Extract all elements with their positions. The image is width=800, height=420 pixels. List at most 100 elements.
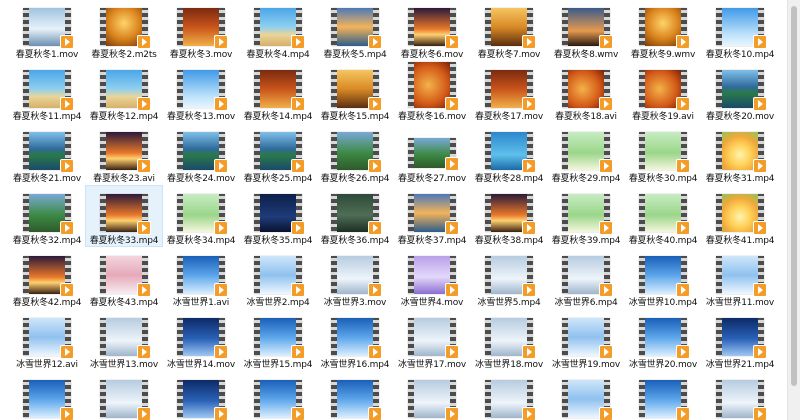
file-item[interactable]: 冰雪世界25.mp4 (240, 372, 316, 420)
file-item[interactable]: 春夏秋冬24.mov (163, 124, 239, 184)
video-thumbnail (716, 380, 767, 420)
file-item[interactable]: 春夏秋冬15.mp4 (317, 62, 393, 122)
file-item[interactable]: 春夏秋冬36.mp4 (317, 186, 393, 246)
file-name: 春夏秋冬34.mp4 (166, 236, 236, 246)
file-item[interactable]: 春夏秋冬42.mp4 (9, 248, 85, 308)
video-thumbnail (100, 194, 151, 235)
file-item[interactable]: 春夏秋冬18.avi (548, 62, 624, 122)
file-name: 冰雪世界18.mov (475, 360, 543, 370)
file-item[interactable]: 春夏秋冬13.mov (163, 62, 239, 122)
file-item[interactable]: 春夏秋冬29.mp4 (548, 124, 624, 184)
file-item[interactable]: 春夏秋冬3.mov (163, 0, 239, 60)
file-item[interactable]: 春夏秋冬34.mp4 (163, 186, 239, 246)
file-item[interactable]: 春夏秋冬7.mov (471, 0, 547, 60)
file-item[interactable]: 春夏秋冬6.mov (394, 0, 470, 60)
file-item[interactable]: 春夏秋冬16.mov (394, 62, 470, 122)
file-item[interactable]: 春夏秋冬5.mp4 (317, 0, 393, 60)
file-item[interactable]: 冰雪世界17.mov (394, 310, 470, 370)
file-item[interactable]: 春夏秋冬23.avi (86, 124, 162, 184)
file-item[interactable]: 冰雪世界10.mp4 (625, 248, 701, 308)
file-name: 冰雪世界2.mp4 (246, 298, 310, 308)
file-name: 春夏秋冬1.mov (15, 50, 79, 60)
file-name: 春夏秋冬12.mp4 (89, 112, 159, 122)
file-name: 冰雪世界20.mov (629, 360, 697, 370)
file-item[interactable]: 春夏秋冬25.mp4 (240, 124, 316, 184)
file-item[interactable]: 春夏秋冬40.mp4 (625, 186, 701, 246)
file-item[interactable]: 冰雪世界18.mov (471, 310, 547, 370)
file-item[interactable]: 春夏秋冬26.mp4 (317, 124, 393, 184)
video-thumbnail (254, 256, 305, 297)
file-item[interactable]: 春夏秋冬27.mov (394, 124, 470, 184)
file-item[interactable]: 冰雪世界30.mov (625, 372, 701, 420)
file-item[interactable]: 冰雪世界16.mp4 (317, 310, 393, 370)
file-item[interactable]: 春夏秋冬38.mp4 (471, 186, 547, 246)
file-item[interactable]: 冰雪世界 (702, 372, 778, 420)
file-name: 春夏秋冬27.mov (398, 174, 466, 184)
video-thumbnail (100, 132, 151, 173)
video-thumbnail (485, 194, 536, 235)
video-thumbnail (254, 194, 305, 235)
video-thumbnail (408, 8, 459, 49)
scrollbar-thumb[interactable] (791, 6, 797, 386)
file-item[interactable]: 冰雪世界29.mp4 (548, 372, 624, 420)
file-item[interactable]: 春夏秋冬37.mp4 (394, 186, 470, 246)
file-item[interactable]: 冰雪世界5.mp4 (471, 248, 547, 308)
file-item[interactable]: 冰雪世界14.mov (163, 310, 239, 370)
video-thumbnail (331, 70, 382, 111)
file-name: 春夏秋冬10.mp4 (705, 50, 775, 60)
video-thumbnail (562, 194, 613, 235)
file-item[interactable]: 冰雪世界21.mp4 (702, 310, 778, 370)
video-thumbnail (23, 380, 74, 420)
file-item[interactable]: 春夏秋冬8.wmv (548, 0, 624, 60)
file-item[interactable]: 冰雪世界4.mov (394, 248, 470, 308)
file-item[interactable]: 春夏秋冬39.mp4 (548, 186, 624, 246)
file-item[interactable]: 冰雪世界24.mp4 (163, 372, 239, 420)
video-thumbnail (23, 194, 74, 235)
file-item[interactable]: 春夏秋冬43.mp4 (86, 248, 162, 308)
file-item[interactable]: 春夏秋冬17.mov (471, 62, 547, 122)
file-item[interactable]: 春夏秋冬33.mp4 (85, 185, 163, 247)
file-item[interactable]: 春夏秋冬20.mov (702, 62, 778, 122)
file-item[interactable]: 春夏秋冬30.mp4 (625, 124, 701, 184)
file-item[interactable]: 冰雪世界11.mov (702, 248, 778, 308)
file-name: 春夏秋冬28.mp4 (474, 174, 544, 184)
video-thumbnail (254, 70, 305, 111)
file-item[interactable]: 冰雪世界27.mov (394, 372, 470, 420)
file-item[interactable]: 春夏秋冬21.mov (9, 124, 85, 184)
file-name: 春夏秋冬4.mp4 (246, 50, 310, 60)
file-item[interactable]: 春夏秋冬19.avi (625, 62, 701, 122)
file-item[interactable]: 冰雪世界13.mov (86, 310, 162, 370)
file-item[interactable]: 春夏秋冬2.m2ts (86, 0, 162, 60)
file-item[interactable]: 春夏秋冬12.mp4 (86, 62, 162, 122)
file-item[interactable]: 冰雪世界20.mov (625, 310, 701, 370)
file-item[interactable]: 冰雪世界28.mp4 (471, 372, 547, 420)
file-item[interactable]: 冰雪世界6.mp4 (548, 248, 624, 308)
file-item[interactable]: 春夏秋冬9.wmv (625, 0, 701, 60)
file-name: 春夏秋冬21.mov (13, 174, 81, 184)
file-name: 春夏秋冬26.mp4 (320, 174, 390, 184)
file-item[interactable]: 春夏秋冬32.mp4 (9, 186, 85, 246)
file-name: 春夏秋冬23.avi (93, 174, 155, 184)
video-thumbnail (716, 70, 767, 111)
file-item[interactable]: 春夏秋冬11.mp4 (9, 62, 85, 122)
file-item[interactable]: 春夏秋冬28.mp4 (471, 124, 547, 184)
file-item[interactable]: 冰雪世界26.mov (317, 372, 393, 420)
file-item[interactable]: 冰雪世界15.mp4 (240, 310, 316, 370)
file-item[interactable]: 春夏秋冬35.mp4 (240, 186, 316, 246)
vertical-scrollbar[interactable] (787, 0, 800, 420)
file-item[interactable]: 春夏秋冬31.mp4 (702, 124, 778, 184)
file-item[interactable]: 冰雪世界3.mov (317, 248, 393, 308)
file-item[interactable]: 春夏秋冬10.mp4 (702, 0, 778, 60)
file-item[interactable]: 冰雪世界19.mov (548, 310, 624, 370)
file-item[interactable]: 春夏秋冬1.mov (9, 0, 85, 60)
file-item[interactable]: 冰雪世界2.mp4 (240, 248, 316, 308)
file-item[interactable]: 春夏秋冬14.mp4 (240, 62, 316, 122)
file-item[interactable]: 春夏秋冬41.mp4 (702, 186, 778, 246)
video-thumbnail (408, 318, 459, 359)
file-item[interactable]: 冰雪世界23.mp4 (86, 372, 162, 420)
file-item[interactable]: 春夏秋冬4.mp4 (240, 0, 316, 60)
file-item[interactable]: 冰雪世界12.avi (9, 310, 85, 370)
file-name: 冰雪世界4.mov (400, 298, 464, 308)
file-item[interactable]: 冰雪世界1.avi (163, 248, 239, 308)
file-item[interactable]: 冰雪世界22.mp4 (9, 372, 85, 420)
